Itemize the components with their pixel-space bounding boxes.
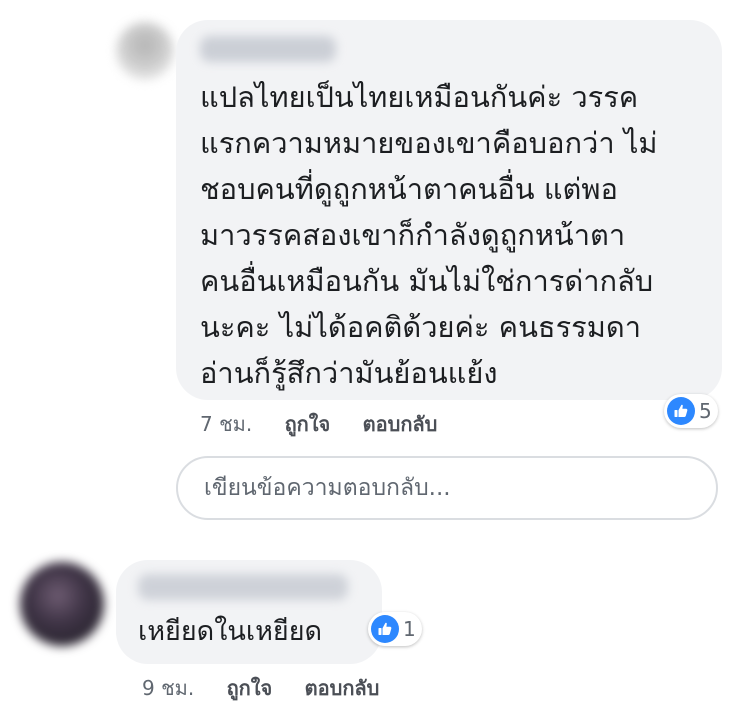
reaction-count: 1 (403, 617, 416, 641)
comment-2-reactions[interactable]: 1 (368, 612, 422, 646)
commenter-name-1-redacted[interactable] (200, 36, 336, 62)
reaction-count: 5 (699, 399, 712, 423)
comment-1-line: ชอบคนที่ดูถูกหน้าตาคนอื่น แต่พอ (200, 172, 618, 206)
thumbs-up-icon (371, 615, 399, 643)
comment-2-text: เหยียดในเหยียด (138, 616, 323, 647)
comment-1-text: แปลไทยเป็นไทยเหมือนกันค่ะ วรรค แรกความหม… (200, 74, 720, 396)
comment-1-line: คนอื่นเหมือนกัน มันไม่ใช่การด่ากลับ (200, 264, 654, 298)
comment-timestamp[interactable]: 9 ชม. (142, 672, 194, 704)
comment-1-line: แปลไทยเป็นไทยเหมือนกันค่ะ วรรค (200, 80, 639, 114)
comment-1-line: มาวรรคสองเขาก็กำลังดูถูกหน้าตา (200, 218, 626, 252)
like-link[interactable]: ถูกใจ (227, 672, 273, 704)
comment-timestamp[interactable]: 7 ชม. (200, 408, 252, 440)
comment-1-line: แรกความหมายของเขาคือบอกว่า ไม่ (200, 126, 658, 160)
comment-1-actions: 7 ชม. ถูกใจ ตอบกลับ (200, 408, 463, 440)
reply-link[interactable]: ตอบกลับ (305, 672, 380, 704)
commenter-avatar-2[interactable] (20, 562, 104, 646)
reply-link[interactable]: ตอบกลับ (363, 408, 438, 440)
like-link[interactable]: ถูกใจ (285, 408, 331, 440)
reply-input[interactable]: เขียนข้อความตอบกลับ... (176, 456, 718, 520)
thumbs-up-icon (667, 397, 695, 425)
comment-1-line: อ่านก็รู้สึกว่ามันย้อนแย้ง (200, 356, 498, 390)
comment-1-reactions[interactable]: 5 (664, 394, 718, 428)
comment-1-line: นะคะ ไม่ได้อคติด้วยค่ะ คนธรรมดา (200, 310, 641, 344)
comment-2-actions: 9 ชม. ถูกใจ ตอบกลับ (142, 672, 405, 704)
commenter-avatar-1[interactable] (116, 22, 174, 80)
commenter-name-2-redacted[interactable] (138, 574, 348, 600)
